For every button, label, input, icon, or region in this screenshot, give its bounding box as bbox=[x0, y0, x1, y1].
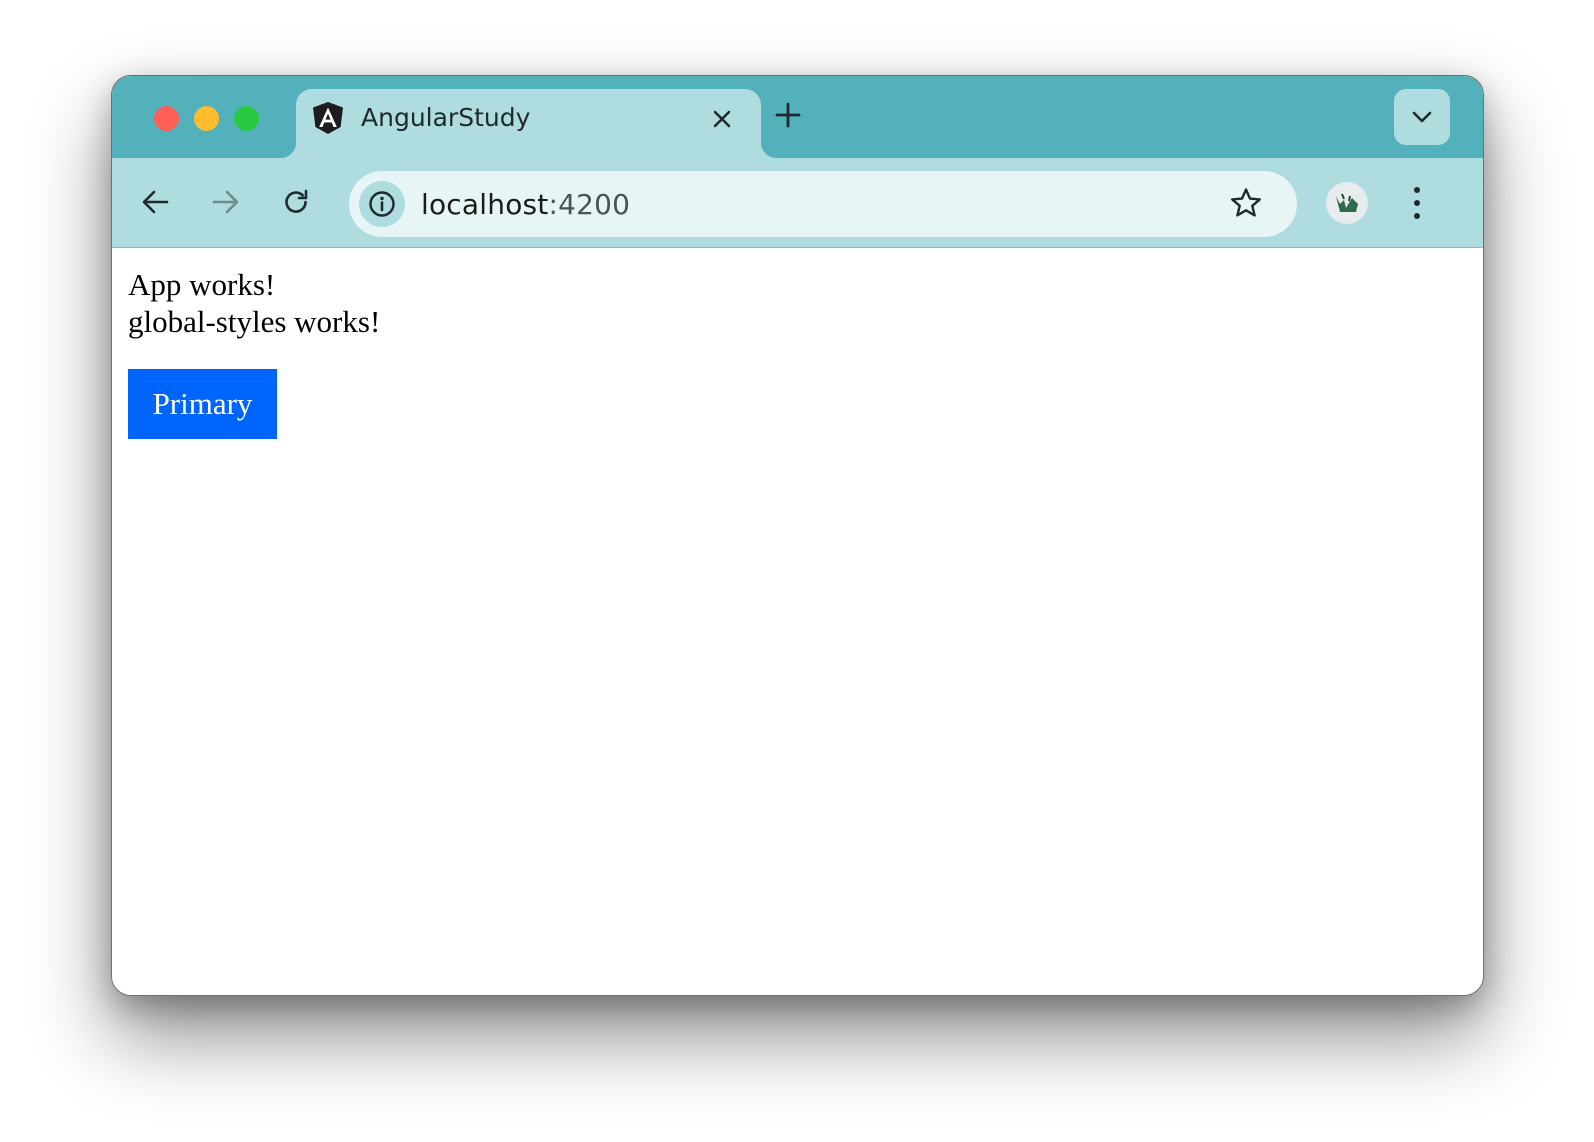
angular-logo-icon bbox=[312, 101, 344, 135]
title-bar: AngularStudy bbox=[112, 76, 1483, 158]
close-window-button[interactable] bbox=[154, 106, 179, 131]
star-icon[interactable] bbox=[1229, 186, 1263, 220]
url-host: localhost bbox=[421, 188, 549, 221]
window-controls bbox=[154, 106, 259, 131]
browser-window: AngularStudy localhost:4200 App works! g… bbox=[111, 75, 1484, 996]
chevron-down-icon bbox=[1412, 111, 1432, 123]
maximize-window-button[interactable] bbox=[234, 106, 259, 131]
browser-toolbar: localhost:4200 bbox=[112, 158, 1483, 248]
arrow-left-icon[interactable] bbox=[138, 185, 172, 219]
global-styles-text: global-styles works! bbox=[128, 304, 381, 339]
page-content: App works! global-styles works! bbox=[128, 266, 380, 340]
primary-button[interactable]: Primary bbox=[128, 369, 277, 439]
reload-icon[interactable] bbox=[279, 185, 313, 219]
arrow-right-icon[interactable] bbox=[209, 185, 243, 219]
url-port: :4200 bbox=[548, 188, 631, 221]
profile-avatar[interactable] bbox=[1326, 182, 1368, 224]
kebab-menu-icon[interactable] bbox=[1400, 184, 1434, 222]
tab-search-button[interactable] bbox=[1394, 89, 1450, 145]
plus-icon[interactable] bbox=[774, 101, 802, 129]
minimize-window-button[interactable] bbox=[194, 106, 219, 131]
page-viewport: App works! global-styles works! Primary bbox=[112, 248, 1483, 995]
url-text[interactable]: localhost:4200 bbox=[421, 188, 630, 221]
tab-angularstudy[interactable]: AngularStudy bbox=[280, 89, 777, 158]
close-icon[interactable] bbox=[708, 105, 736, 133]
address-bar[interactable]: localhost:4200 bbox=[349, 171, 1297, 237]
tab-title: AngularStudy bbox=[361, 103, 531, 132]
app-works-text: App works! bbox=[128, 267, 276, 302]
info-icon[interactable] bbox=[359, 181, 405, 227]
